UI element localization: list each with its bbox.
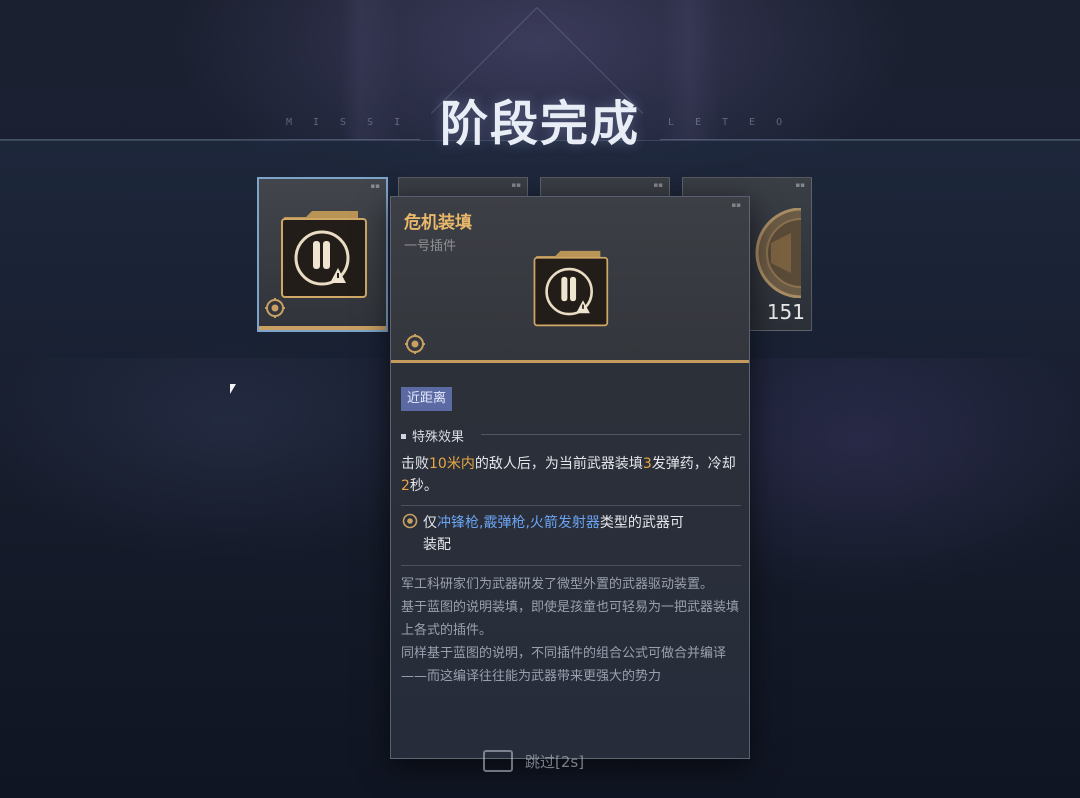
mouse-cursor-icon [230, 384, 236, 394]
tooltip-slot-badge-icon [405, 334, 425, 354]
tooltip-corner-mark: ▪▪ [731, 201, 742, 209]
divider [401, 505, 741, 506]
restriction-badge-icon [402, 513, 418, 529]
bullet-icon [401, 434, 406, 439]
effect-section-title: 特殊效果 [401, 426, 464, 445]
coin-count: 151 [766, 300, 805, 324]
divider [401, 565, 741, 566]
tooltip-plugin-icon [533, 250, 609, 327]
card-corner-mark: ▪▪ [653, 181, 664, 189]
page-title: 阶段完成 [439, 96, 640, 152]
card-corner-mark: ▪▪ [370, 182, 381, 190]
plugin-slot-label: 一号插件 [404, 239, 457, 254]
lore-text: 军工科研家们为武器研发了微型外置的武器驱动装置。 基于蓝图的说明装填，即使是孩童… [401, 577, 740, 684]
skip-label: 跳过[2s] [525, 753, 585, 771]
skip-button[interactable]: 跳过[2s] [483, 750, 584, 772]
plugin-name: 危机装填 [404, 213, 472, 233]
plugin-folder-icon [281, 211, 367, 298]
plugin-slot-badge-icon [265, 298, 285, 318]
effect-text: 击败10米内的敌人后，为当前武器装填3发弹药，冷却2秒。 [401, 456, 736, 494]
skip-key-icon [483, 750, 513, 772]
weapon-restriction: 仅冲锋枪,霰弹枪,火箭发射器类型的武器可 装配 [401, 512, 741, 556]
card-corner-mark: ▪▪ [511, 181, 522, 189]
section-divider [481, 434, 741, 435]
card-rarity-bar [259, 326, 386, 330]
card-corner-mark: ▪▪ [795, 181, 806, 189]
range-tag: 近距离 [401, 387, 453, 411]
lore-fade [391, 688, 749, 758]
